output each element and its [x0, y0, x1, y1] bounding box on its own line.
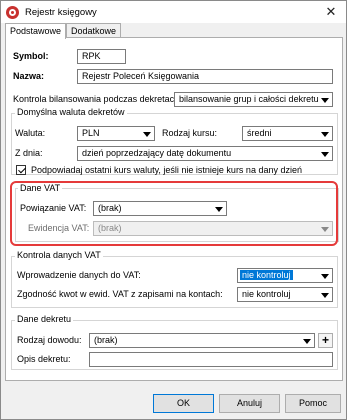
zgodnosc-kwot-select[interactable]: nie kontroluj — [237, 287, 333, 302]
app-logo-icon — [6, 5, 19, 19]
rodzaj-kursu-label: Rodzaj kursu: — [162, 128, 218, 138]
chevron-down-icon — [321, 274, 329, 279]
tab-dodatkowe[interactable]: Dodatkowe — [66, 23, 122, 38]
symbol-input[interactable]: RPK — [77, 49, 126, 64]
symbol-label: Symbol: — [13, 51, 49, 61]
z-dnia-label: Z dnia: — [15, 148, 43, 158]
window-title: Rejestr księgowy — [25, 6, 97, 18]
pomoc-button[interactable]: Pomoc — [285, 394, 341, 413]
add-dowod-button[interactable]: + — [318, 333, 333, 348]
waluta-group-title: Domyślna waluta dekretów — [15, 107, 127, 117]
chevron-down-icon — [321, 98, 329, 103]
kontrola-bilansowania-value: bilansowanie grup i całości dekretu — [179, 94, 319, 104]
kontrola-bilansowania-label: Kontrola bilansowania podczas dekretacji… — [13, 94, 181, 104]
close-icon[interactable]: ✕ — [324, 5, 338, 19]
rodzaj-kursu-select[interactable]: średni — [242, 126, 333, 141]
zgodnosc-kwot-label: Zgodność kwot w ewid. VAT z zapisami na … — [17, 289, 223, 299]
opis-dekretu-input[interactable] — [89, 352, 333, 367]
vat-highlight-frame — [10, 181, 338, 246]
rodzaj-dowodu-select[interactable]: (brak) — [89, 333, 315, 348]
tab-podstawowe[interactable]: Podstawowe — [5, 23, 67, 39]
podpowiadaj-kurs-checkbox[interactable] — [16, 165, 26, 175]
chevron-down-icon — [321, 152, 329, 157]
tab-panel-podstawowe: Symbol: RPK Nazwa: Rejestr Poleceń Księg… — [5, 37, 343, 381]
tab-bar: Podstawowe Dodatkowe — [5, 23, 122, 39]
kontrola-bilansowania-select[interactable]: bilansowanie grup i całości dekretu — [174, 92, 333, 107]
chevron-down-icon — [303, 339, 311, 344]
wprowadzenie-vat-select[interactable]: nie kontroluj — [237, 268, 333, 283]
zgodnosc-kwot-value: nie kontroluj — [242, 289, 291, 299]
kontrola-vat-group-title: Kontrola danych VAT — [15, 250, 103, 260]
rodzaj-kursu-value: średni — [247, 128, 272, 138]
title-bar: Rejestr księgowy ✕ — [1, 1, 346, 23]
waluta-select[interactable]: PLN — [77, 126, 155, 141]
z-dnia-select[interactable]: dzień poprzedzający datę dokumentu — [77, 146, 333, 161]
waluta-label: Waluta: — [15, 128, 46, 138]
waluta-value: PLN — [82, 128, 100, 138]
z-dnia-value: dzień poprzedzający datę dokumentu — [82, 148, 232, 158]
chevron-down-icon — [143, 132, 151, 137]
chevron-down-icon — [321, 132, 329, 137]
nazwa-label: Nazwa: — [13, 71, 45, 81]
dekret-group-title: Dane dekretu — [15, 314, 74, 324]
nazwa-input[interactable]: Rejestr Poleceń Księgowania — [77, 69, 333, 84]
dialog-window: Rejestr księgowy ✕ Podstawowe Dodatkowe … — [0, 0, 347, 420]
podpowiadaj-kurs-label: Podpowiadaj ostatni kurs waluty, jeśli n… — [31, 165, 302, 175]
rodzaj-dowodu-label: Rodzaj dowodu: — [17, 335, 82, 345]
chevron-down-icon — [321, 293, 329, 298]
rodzaj-dowodu-value: (brak) — [94, 335, 118, 345]
wprowadzenie-vat-value: nie kontroluj — [240, 270, 293, 280]
anuluj-button[interactable]: Anuluj — [219, 394, 280, 413]
opis-dekretu-label: Opis dekretu: — [17, 354, 71, 364]
wprowadzenie-vat-label: Wprowadzenie danych do VAT: — [17, 270, 141, 280]
ok-button[interactable]: OK — [153, 394, 214, 413]
